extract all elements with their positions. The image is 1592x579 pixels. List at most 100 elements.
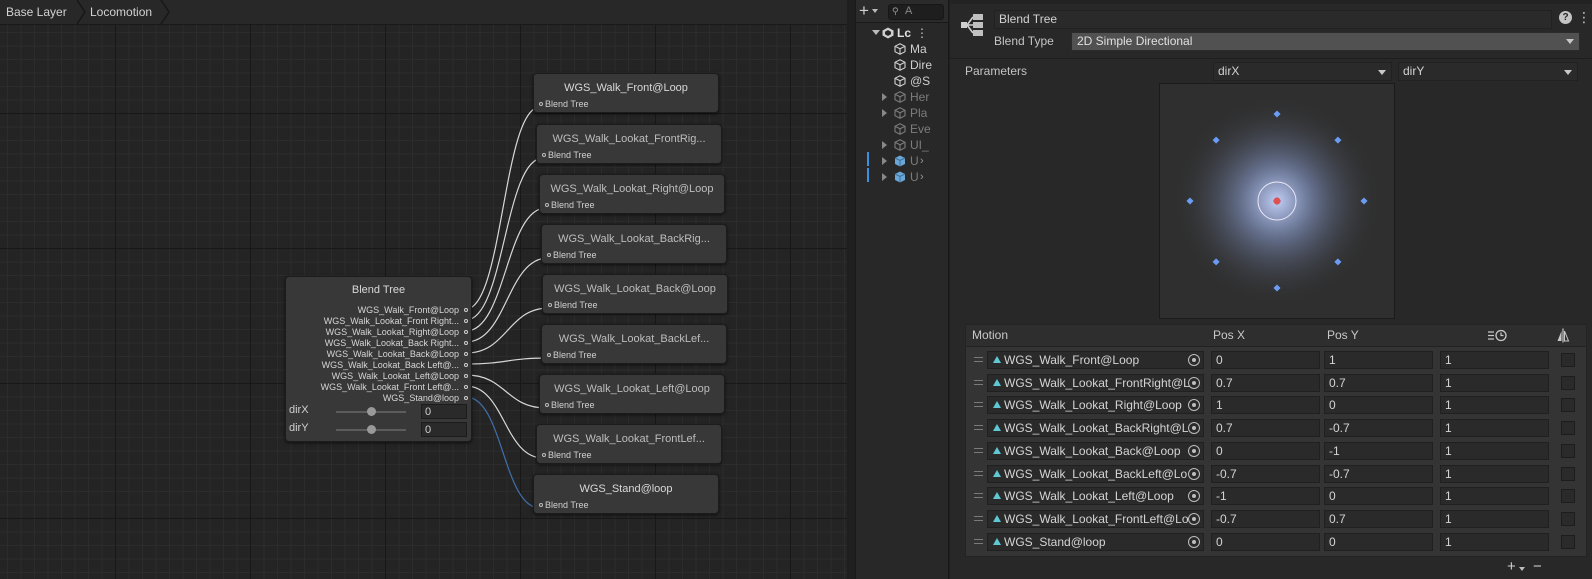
- param-dirx-value[interactable]: 0: [421, 404, 467, 419]
- time-scale-input[interactable]: 1: [1440, 532, 1549, 551]
- blend-tree-node[interactable]: Blend Tree WGS_Walk_Front@Loop WGS_Walk_…: [285, 276, 472, 442]
- pos-y-input[interactable]: 1: [1324, 351, 1433, 369]
- motion-row[interactable]: WGS_Walk_Lookat_FrontRight@L 0.7 0.7 1: [966, 371, 1586, 394]
- output-port[interactable]: [464, 396, 468, 400]
- mirror-checkbox[interactable]: [1561, 489, 1575, 504]
- blend-space-graph[interactable]: [1160, 84, 1394, 318]
- hierarchy-item[interactable]: Pla: [856, 105, 948, 121]
- drag-handle-icon[interactable]: [974, 402, 983, 408]
- pos-x-input[interactable]: 0: [1211, 351, 1320, 369]
- hierarchy-panel[interactable]: + ⚲ A Lc ⋮ Ma Dire @S Her Pla Eve UI_ U › U ›: [855, 0, 949, 579]
- time-scale-input[interactable]: 1: [1440, 487, 1549, 506]
- mirror-checkbox[interactable]: [1561, 466, 1575, 481]
- output-port[interactable]: [464, 330, 468, 334]
- pos-y-input[interactable]: 0.7: [1324, 509, 1433, 528]
- object-picker-icon[interactable]: [1188, 512, 1200, 525]
- chevron-right-icon[interactable]: ›: [920, 169, 924, 185]
- object-picker-icon[interactable]: [1188, 422, 1200, 435]
- input-port[interactable]: [539, 503, 543, 507]
- mirror-icon[interactable]: [1556, 328, 1570, 343]
- time-scale-input[interactable]: 1: [1440, 441, 1549, 460]
- breadcrumb-locomotion[interactable]: Locomotion: [84, 0, 158, 24]
- input-port[interactable]: [545, 403, 549, 407]
- hierarchy-item[interactable]: Her: [856, 89, 948, 105]
- object-picker-icon[interactable]: [1188, 376, 1200, 389]
- motion-clip-field[interactable]: WGS_Walk_Lookat_Right@Loop: [987, 396, 1204, 415]
- add-dropdown-icon[interactable]: [1519, 567, 1525, 571]
- output-port[interactable]: [464, 385, 468, 389]
- blend-tree-name-input[interactable]: Blend Tree: [994, 10, 1552, 29]
- pos-y-input[interactable]: -1: [1324, 441, 1433, 460]
- time-scale-input[interactable]: 1: [1440, 351, 1549, 369]
- output-port[interactable]: [464, 319, 468, 323]
- param-y-dropdown[interactable]: dirY: [1398, 62, 1578, 81]
- motion-row[interactable]: WGS_Walk_Lookat_Back@Loop 0 -1 1: [966, 439, 1586, 462]
- chevron-right-icon[interactable]: [882, 93, 887, 101]
- pos-x-input[interactable]: -0.7: [1211, 509, 1320, 528]
- drag-handle-icon[interactable]: [974, 379, 983, 385]
- motion-clip-field[interactable]: WGS_Walk_Lookat_Back@Loop: [987, 441, 1204, 460]
- motion-clip-field[interactable]: WGS_Walk_Lookat_BackLeft@Lo: [987, 464, 1204, 483]
- pos-x-input[interactable]: 0.7: [1211, 373, 1320, 392]
- time-scale-icon[interactable]: [1487, 329, 1509, 342]
- pos-y-input[interactable]: 0: [1324, 396, 1433, 415]
- hierarchy-item[interactable]: UI_: [856, 137, 948, 153]
- breadcrumb-base-layer[interactable]: Base Layer: [0, 0, 73, 24]
- mirror-checkbox[interactable]: [1561, 375, 1575, 390]
- motion-clip-field[interactable]: WGS_Walk_Lookat_BackRight@L: [987, 419, 1204, 438]
- input-port[interactable]: [542, 153, 546, 157]
- motion-clip-field[interactable]: WGS_Walk_Front@Loop: [987, 351, 1204, 369]
- motion-node[interactable]: WGS_Walk_Front@Loop Blend Tree: [533, 73, 719, 113]
- animator-graph[interactable]: Base Layer Locomotion Blend Tree WGS_Wal…: [0, 0, 847, 579]
- add-motion-button[interactable]: +: [1507, 557, 1516, 577]
- mirror-checkbox[interactable]: [1561, 421, 1575, 436]
- object-picker-icon[interactable]: [1188, 354, 1200, 366]
- mirror-checkbox[interactable]: [1561, 534, 1575, 549]
- output-port[interactable]: [464, 363, 468, 367]
- time-scale-input[interactable]: 1: [1440, 464, 1549, 483]
- motion-clip-field[interactable]: WGS_Walk_Lookat_Left@Loop: [987, 487, 1204, 506]
- hierarchy-item[interactable]: Eve: [856, 121, 948, 137]
- chevron-down-icon[interactable]: [872, 30, 880, 35]
- pos-y-input[interactable]: -0.7: [1324, 419, 1433, 438]
- chevron-right-icon[interactable]: [882, 109, 887, 117]
- output-port[interactable]: [464, 374, 468, 378]
- blend-type-dropdown[interactable]: 2D Simple Directional: [1071, 32, 1580, 51]
- motion-row[interactable]: WGS_Walk_Front@Loop 0 1 1: [966, 348, 1586, 371]
- input-port[interactable]: [548, 303, 552, 307]
- motion-node[interactable]: WGS_Walk_Lookat_FrontLef... Blend Tree: [536, 424, 722, 464]
- drag-handle-icon[interactable]: [974, 447, 983, 453]
- motion-row[interactable]: WGS_Walk_Lookat_BackRight@L 0.7 -0.7 1: [966, 416, 1586, 439]
- blend-space-preview[interactable]: [1159, 83, 1395, 319]
- mirror-checkbox[interactable]: [1561, 443, 1575, 458]
- motion-row[interactable]: WGS_Walk_Lookat_Left@Loop -1 0 1: [966, 484, 1586, 507]
- inspector-panel[interactable]: Blend Tree ? ⋮ Blend Type 2D Simple Dire…: [950, 0, 1592, 579]
- param-diry-knob[interactable]: [366, 425, 376, 434]
- input-port[interactable]: [545, 203, 549, 207]
- output-port[interactable]: [464, 352, 468, 356]
- input-port[interactable]: [542, 453, 546, 457]
- motion-node[interactable]: WGS_Walk_Lookat_Right@Loop Blend Tree: [539, 174, 725, 214]
- input-port[interactable]: [539, 102, 543, 106]
- param-dirx-knob[interactable]: [366, 407, 376, 416]
- drag-handle-icon[interactable]: [974, 538, 983, 544]
- input-port[interactable]: [547, 253, 551, 257]
- pos-x-input[interactable]: 1: [1211, 396, 1320, 415]
- output-port[interactable]: [464, 308, 468, 312]
- scene-menu-icon[interactable]: ⋮: [916, 25, 928, 41]
- add-dropdown-icon[interactable]: [872, 9, 878, 13]
- chevron-right-icon[interactable]: ›: [920, 153, 924, 169]
- motion-node[interactable]: WGS_Walk_Lookat_Left@Loop Blend Tree: [539, 374, 725, 414]
- mirror-checkbox[interactable]: [1561, 398, 1575, 413]
- pos-x-input[interactable]: -0.7: [1211, 464, 1320, 483]
- time-scale-input[interactable]: 1: [1440, 509, 1549, 528]
- hierarchy-scene-row[interactable]: Lc ⋮: [856, 25, 948, 41]
- hierarchy-item[interactable]: Dire: [856, 57, 948, 73]
- motion-row[interactable]: WGS_Walk_Lookat_BackLeft@Lo -0.7 -0.7 1: [966, 462, 1586, 485]
- pos-x-input[interactable]: 0.7: [1211, 419, 1320, 438]
- motion-node[interactable]: WGS_Walk_Lookat_Back@Loop Blend Tree: [542, 274, 728, 314]
- add-icon[interactable]: +: [859, 1, 869, 21]
- current-position-marker[interactable]: [1273, 197, 1281, 205]
- object-picker-icon[interactable]: [1188, 535, 1200, 548]
- mirror-checkbox[interactable]: [1561, 511, 1575, 526]
